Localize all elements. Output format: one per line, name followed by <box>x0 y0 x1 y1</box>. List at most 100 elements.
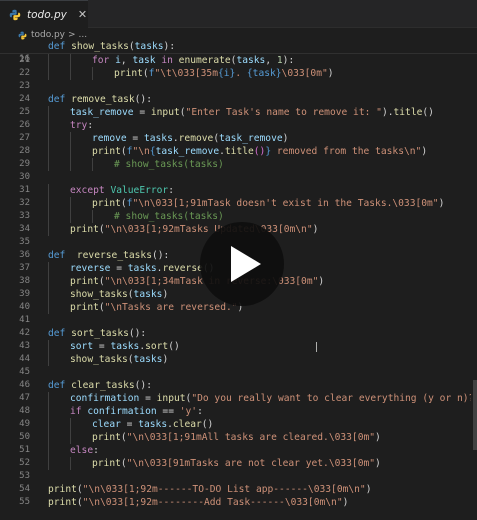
code-line[interactable]: 22 print(f"\t\033[35m{i}. {task}\033[0m") <box>0 67 477 80</box>
code-token: tasks <box>236 55 266 66</box>
code-line[interactable]: 44 show_tasks(tasks) <box>0 353 477 366</box>
code-token: clear <box>172 419 202 430</box>
code-line[interactable]: 25 task_remove = input("Enter Task's name… <box>0 106 477 119</box>
vertical-scrollbar[interactable] <box>471 40 477 520</box>
code-line[interactable]: 24 def remove_task(): <box>0 93 477 106</box>
indent-guide <box>70 67 71 80</box>
code-line[interactable]: 47 confirmation = input("Do you really wa… <box>0 392 477 405</box>
code-text: print("\n\033[1;92m--------Add Task-----… <box>48 496 348 509</box>
code-text: task_remove = input("Enter Task's name t… <box>70 106 434 119</box>
code-token: enumerate <box>178 55 231 66</box>
line-number: 16 <box>19 54 30 64</box>
indent-guide <box>70 431 71 444</box>
code-line[interactable]: 41 <box>0 314 477 327</box>
code-text: def show_tasks(tasks): <box>48 40 175 53</box>
line-number: 31 <box>19 185 30 195</box>
code-line[interactable]: 21 for i, task in enumerate(tasks, 1): <box>0 54 477 67</box>
code-token: print <box>70 302 99 313</box>
code-token: () <box>168 341 180 352</box>
line-number: 46 <box>19 380 30 390</box>
tab-todo-py[interactable]: todo.py ✕ <box>0 0 88 28</box>
code-line[interactable]: 27 remove = tasks.remove(task_remove) <box>0 132 477 145</box>
code-token: print <box>92 432 121 443</box>
code-text: print("\n\033[1;34mTask in reverse:\033[… <box>70 275 324 288</box>
code-line[interactable]: 29 # show_tasks(tasks) <box>0 158 477 171</box>
code-line[interactable]: 30 <box>0 171 477 184</box>
code-line[interactable]: 51 else: <box>0 444 477 457</box>
scrollbar-thumb[interactable] <box>473 380 477 450</box>
code-token: = <box>139 393 157 404</box>
code-line[interactable]: 50 print("\n\033[1;91mAll tasks are clear… <box>0 431 477 444</box>
code-token: "\n\033[1;91mTask doesn't exist in the T… <box>132 198 439 209</box>
code-token: sort <box>145 341 169 352</box>
indent-guide <box>70 158 71 171</box>
code-token: {i} <box>218 68 236 79</box>
code-token: , <box>120 55 133 66</box>
tab-title: todo.py <box>27 8 67 21</box>
code-token: sort <box>70 341 94 352</box>
line-number: 26 <box>19 120 30 130</box>
code-token: def <box>48 41 72 52</box>
code-line[interactable]: 45 <box>0 366 477 379</box>
code-text: except ValueError: <box>70 184 174 197</box>
code-token: "\n <box>132 146 150 157</box>
line-number: 30 <box>19 172 30 182</box>
code-token: ): <box>282 55 295 66</box>
indent-guide <box>48 210 49 223</box>
code-token: input <box>156 393 186 404</box>
code-token: input <box>150 107 180 118</box>
breadcrumb-separator: > <box>68 30 76 40</box>
play-button[interactable] <box>200 222 284 306</box>
line-number: 47 <box>19 393 30 403</box>
indent-guide <box>48 132 49 145</box>
code-token: "\n\033[1;91mAll tasks are cleared.\033[… <box>126 432 376 443</box>
code-line[interactable]: 32 print(f"\n\033[1;91mTask doesn't exist… <box>0 197 477 210</box>
code-text: if confirmation == 'y': <box>70 405 203 418</box>
code-line[interactable]: 43 sort = tasks.sort() <box>0 340 477 353</box>
code-token: show_tasks <box>71 41 129 52</box>
code-token: = <box>126 133 144 144</box>
code-text: print(f"\t\033[35m{i}. {task}\033[0m") <box>114 67 334 80</box>
indent-guide <box>48 223 49 236</box>
code-line[interactable]: 54 print("\n\033[1;92m------TO-DO List ap… <box>0 483 477 496</box>
breadcrumb-file[interactable]: todo.py <box>31 30 65 40</box>
code-line[interactable]: 28 print(f"\n{task_remove.title()} remove… <box>0 145 477 158</box>
indent-guide <box>48 197 49 210</box>
line-number: 24 <box>19 94 30 104</box>
code-line[interactable]: 42 def sort_tasks(): <box>0 327 477 340</box>
code-line[interactable]: 52 print("\n\033[91mTasks are not clear y… <box>0 457 477 470</box>
code-line[interactable]: 48 if confirmation == 'y': <box>0 405 477 418</box>
code-token: "\t\033[35m <box>154 68 218 79</box>
code-line[interactable]: 31 except ValueError: <box>0 184 477 197</box>
code-line[interactable]: 53 <box>0 470 477 483</box>
code-line[interactable]: 49 clear = tasks.clear() <box>0 418 477 431</box>
code-token: = <box>93 341 111 352</box>
code-text: sort = tasks.sort() <box>70 340 180 353</box>
code-line[interactable]: 46 def clear_tasks(): <box>0 379 477 392</box>
code-token: print <box>92 458 121 469</box>
code-line[interactable]: 55 print("\n\033[1;92m--------Add Task---… <box>0 496 477 509</box>
line-number: 55 <box>19 497 30 507</box>
code-line[interactable]: 26 try: <box>0 119 477 132</box>
indent-guide <box>70 210 71 223</box>
code-text: try: <box>70 119 93 132</box>
line-number: 37 <box>19 263 30 273</box>
code-token: try <box>70 120 88 131</box>
breadcrumb-symbol[interactable]: ... <box>79 30 88 40</box>
indent-guide <box>48 288 49 301</box>
indent-guide <box>48 418 49 431</box>
code-token: ) <box>342 497 349 508</box>
indent-guide <box>70 418 71 431</box>
code-token: \033[0m" <box>281 68 328 79</box>
code-line[interactable]: 23 <box>0 80 477 93</box>
code-text: print("\n\033[1;92m------TO-DO List app-… <box>48 483 371 496</box>
code-text: else: <box>70 444 99 457</box>
indent-guide <box>48 457 49 470</box>
indent-guide <box>48 444 49 457</box>
code-token: reverse <box>162 263 203 274</box>
code-token: "Do you really want to clear everything … <box>191 393 477 404</box>
code-token: tasks <box>133 289 163 300</box>
code-token: remove_task <box>71 94 135 105</box>
tab-close-icon[interactable]: ✕ <box>78 9 87 20</box>
sticky-scroll-line[interactable]: 16 def show_tasks(tasks): <box>0 40 477 64</box>
